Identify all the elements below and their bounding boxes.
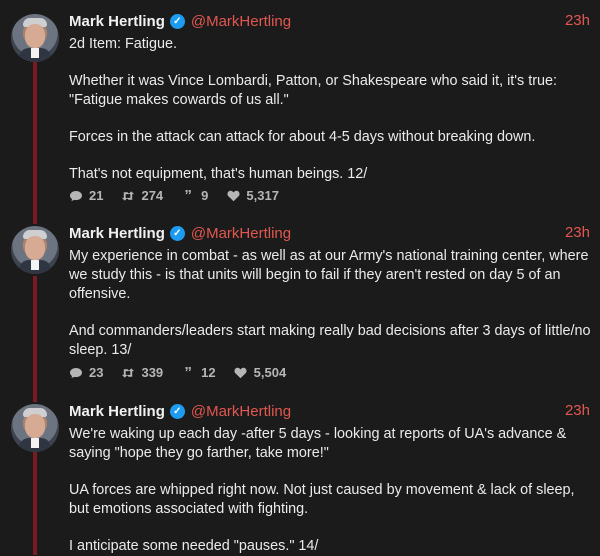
reply-button[interactable]: 21 <box>69 188 103 203</box>
retweet-button[interactable]: 274 <box>121 188 163 203</box>
verified-badge-icon: ✓ <box>169 13 185 29</box>
heart-icon <box>226 190 240 202</box>
author-name[interactable]: Mark Hertling <box>69 13 165 30</box>
retweet-button[interactable]: 339 <box>121 365 163 380</box>
author-handle[interactable]: @MarkHertling <box>191 403 291 420</box>
tweet-header: Mark Hertling ✓ @MarkHertling <box>69 223 291 243</box>
tweet-paragraph: UA forces are whipped right now. Not jus… <box>69 482 575 517</box>
avatar[interactable] <box>11 14 59 62</box>
retweet-arrows-icon <box>121 190 135 202</box>
like-button[interactable]: 5,317 <box>226 188 279 203</box>
quote-button[interactable]: ” 9 <box>181 187 209 204</box>
thread-line <box>33 276 37 390</box>
thread-line <box>33 60 37 212</box>
author-handle[interactable]: @MarkHertling <box>191 13 291 30</box>
retweet-count: 274 <box>141 188 164 203</box>
tweet-body: My experience in combat - as well as at … <box>69 247 594 360</box>
tweet-paragraph: My experience in combat - as well as at … <box>69 248 589 302</box>
author-handle[interactable]: @MarkHertling <box>191 225 291 242</box>
tweet-paragraph: I anticipate some needed "pauses." 14/ <box>69 538 319 554</box>
reply-count: 21 <box>89 188 104 203</box>
tweet-body: 2d Item: Fatigue. Whether it was Vince L… <box>69 35 594 184</box>
quote-marks-icon: ” <box>184 364 192 381</box>
quote-button[interactable]: ” 12 <box>181 364 216 381</box>
tweet-paragraph: We're waking up each day -after 5 days -… <box>69 426 567 461</box>
thread-line <box>33 390 37 402</box>
tweet-timestamp[interactable]: 23h <box>565 12 590 29</box>
like-count: 5,317 <box>246 188 279 203</box>
tweet-paragraph: That's not equipment, that's human being… <box>69 166 368 182</box>
reply-button[interactable]: 23 <box>69 365 103 380</box>
verified-badge-icon: ✓ <box>169 225 185 241</box>
author-name[interactable]: Mark Hertling <box>69 403 165 420</box>
tweet-paragraph: 2d Item: Fatigue. <box>69 36 177 52</box>
tweet-body: We're waking up each day -after 5 days -… <box>69 425 594 556</box>
author-name[interactable]: Mark Hertling <box>69 225 165 242</box>
tweet-12[interactable]: Mark Hertling ✓ @MarkHertling 23h 2d Ite… <box>0 0 600 212</box>
like-count: 5,504 <box>253 365 287 380</box>
avatar[interactable] <box>11 226 59 274</box>
speech-bubble-icon <box>69 190 83 202</box>
tweet-paragraph: And commanders/leaders start making real… <box>69 323 591 358</box>
reply-count: 23 <box>89 365 104 380</box>
tweet-timestamp[interactable]: 23h <box>565 402 590 419</box>
verified-badge-icon: ✓ <box>169 403 185 419</box>
tweet-header: Mark Hertling ✓ @MarkHertling <box>69 11 291 31</box>
quote-count: 9 <box>201 188 209 203</box>
tweet-paragraph: Whether it was Vince Lombardi, Patton, o… <box>69 73 558 108</box>
heart-icon <box>234 367 248 379</box>
retweet-arrows-icon <box>121 367 135 379</box>
retweet-count: 339 <box>141 365 164 380</box>
tweet-header: Mark Hertling ✓ @MarkHertling <box>69 401 291 421</box>
tweet-actions: 21 274 ” 9 5,317 <box>69 187 297 204</box>
speech-bubble-icon <box>69 367 83 379</box>
quote-count: 12 <box>201 365 216 380</box>
thread-line <box>33 212 37 224</box>
tweet-actions: 23 339 ” 12 5,504 <box>69 364 304 381</box>
tweet-13[interactable]: Mark Hertling ✓ @MarkHertling 23h My exp… <box>0 212 600 390</box>
tweet-paragraph: Forces in the attack can attack for abou… <box>69 129 536 145</box>
tweet-timestamp[interactable]: 23h <box>565 224 590 241</box>
avatar[interactable] <box>11 404 59 452</box>
tweet-14[interactable]: Mark Hertling ✓ @MarkHertling 23h We're … <box>0 390 600 555</box>
thread-line <box>33 452 37 555</box>
like-button[interactable]: 5,504 <box>234 365 287 380</box>
quote-marks-icon: ” <box>184 187 192 204</box>
